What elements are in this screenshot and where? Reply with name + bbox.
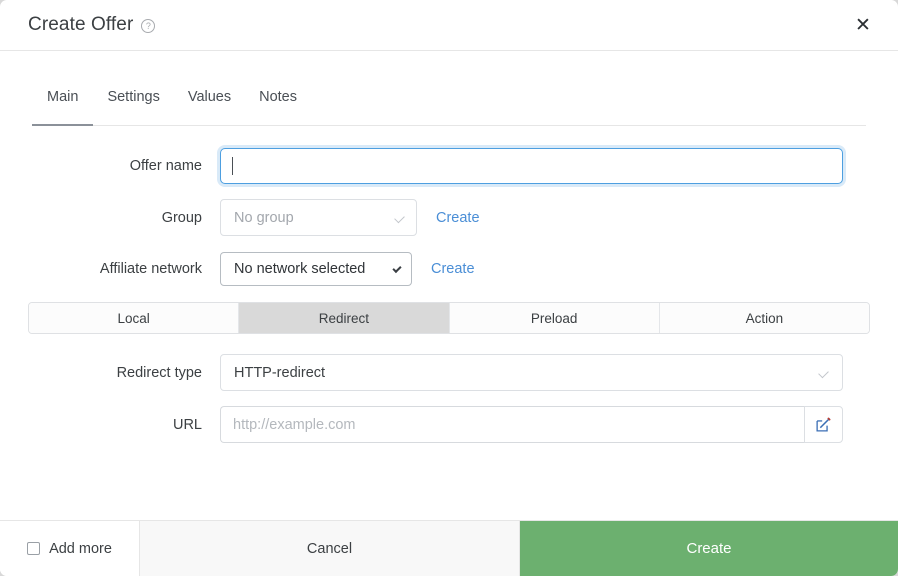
tab-values[interactable]: Values <box>174 83 245 125</box>
add-more-checkbox[interactable] <box>27 542 40 555</box>
url-label: URL <box>28 417 220 433</box>
add-more-toggle[interactable]: Add more <box>0 521 140 576</box>
affiliate-network-label: Affiliate network <box>28 261 220 277</box>
offer-name-control <box>220 148 870 184</box>
add-more-label: Add more <box>49 541 112 557</box>
edit-pencil-icon <box>816 417 831 432</box>
redirect-type-control: HTTP-redirect <box>220 354 870 391</box>
url-input[interactable] <box>220 406 804 443</box>
tab-settings[interactable]: Settings <box>93 83 173 125</box>
close-icon[interactable]: ✕ <box>850 12 876 38</box>
create-button[interactable]: Create <box>520 521 898 576</box>
page-title: Create Offer <box>28 14 133 36</box>
group-select[interactable]: No group <box>220 199 417 236</box>
segment-redirect[interactable]: Redirect <box>239 303 449 333</box>
chevron-down-icon <box>818 367 829 378</box>
group-select-value: No group <box>234 210 294 226</box>
offer-name-label: Offer name <box>28 158 220 174</box>
url-input-group <box>220 406 843 443</box>
redirect-type-select[interactable]: HTTP-redirect <box>220 354 843 391</box>
affiliate-network-value: No network selected <box>234 261 365 277</box>
dialog-footer: Add more Cancel Create <box>0 520 898 576</box>
tab-main[interactable]: Main <box>32 83 93 125</box>
tab-notes[interactable]: Notes <box>245 83 311 125</box>
offer-form: Offer name Group No group Create <box>0 126 898 443</box>
group-label: Group <box>28 210 220 226</box>
affiliate-network-select[interactable]: No network selected <box>220 252 412 286</box>
chevron-down-icon <box>392 264 401 273</box>
redirect-type-value: HTTP-redirect <box>234 365 325 381</box>
affiliate-network-control: No network selected Create <box>220 252 870 286</box>
segment-action[interactable]: Action <box>660 303 869 333</box>
group-control: No group Create <box>220 199 870 236</box>
offer-name-input-wrapper <box>220 148 843 184</box>
cancel-button[interactable]: Cancel <box>140 521 520 576</box>
url-control <box>220 406 870 443</box>
segment-preload[interactable]: Preload <box>450 303 660 333</box>
url-edit-button[interactable] <box>804 406 843 443</box>
help-circle-icon[interactable]: ? <box>141 19 155 33</box>
tab-bar: Main Settings Values Notes <box>32 51 866 126</box>
offer-name-input[interactable] <box>220 148 843 184</box>
chevron-down-icon <box>394 212 405 223</box>
row-offer-name: Offer name <box>28 148 870 184</box>
group-create-link[interactable]: Create <box>436 210 480 226</box>
affiliate-network-create-link[interactable]: Create <box>431 261 475 277</box>
row-affiliate-network: Affiliate network No network selected Cr… <box>28 251 870 287</box>
segment-local[interactable]: Local <box>29 303 239 333</box>
row-redirect-type: Redirect type HTTP-redirect <box>28 354 870 391</box>
create-offer-dialog: Create Offer ? ✕ Main Settings Values No… <box>0 0 898 576</box>
dialog-header: Create Offer ? ✕ <box>0 0 898 51</box>
offer-type-segmented-control: Local Redirect Preload Action <box>28 302 870 334</box>
dialog-body: Main Settings Values Notes Offer name Gr… <box>0 51 898 520</box>
text-caret <box>232 157 233 175</box>
redirect-type-label: Redirect type <box>28 365 220 381</box>
row-url: URL <box>28 406 870 443</box>
row-group: Group No group Create <box>28 199 870 236</box>
